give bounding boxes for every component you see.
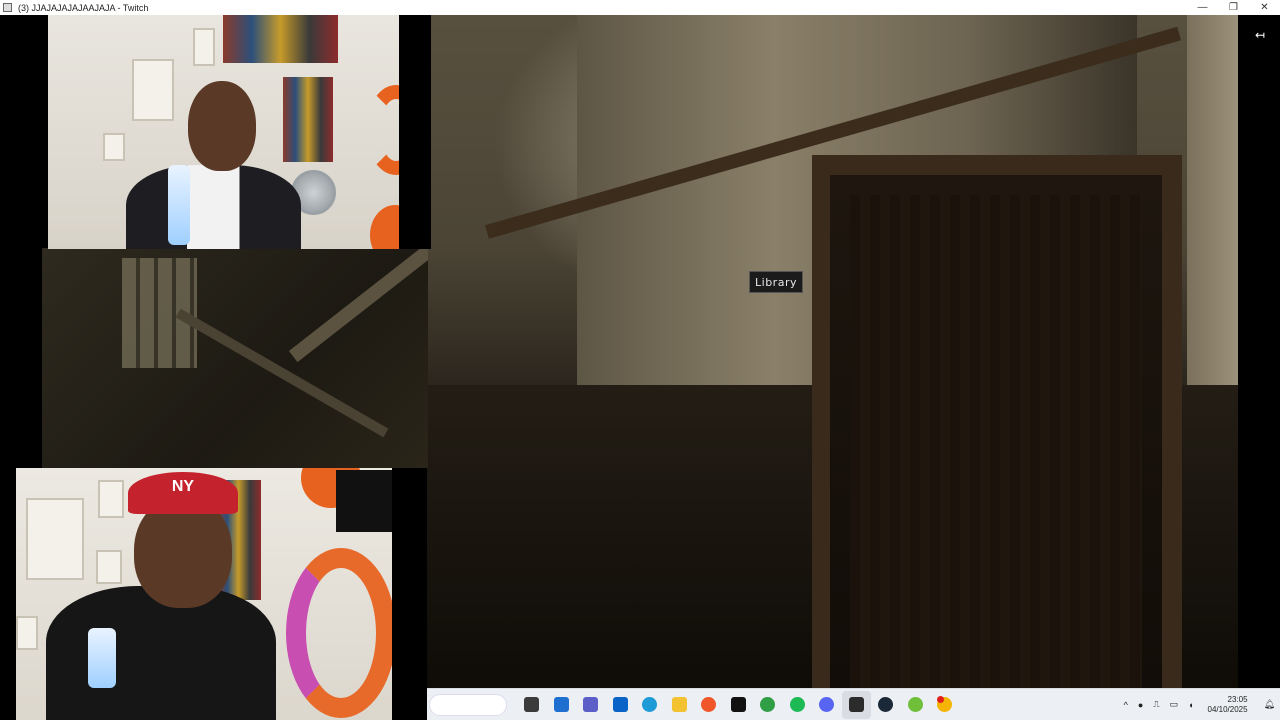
webcam-bottom: NY: [16, 468, 392, 720]
exit-fullscreen-icon[interactable]: ↤: [1255, 28, 1265, 42]
teams-icon[interactable]: [576, 691, 606, 719]
game-scene-stairs: [42, 248, 428, 468]
bookshelf: [223, 15, 338, 63]
wall-frame: [193, 28, 215, 66]
wall-art: [370, 205, 399, 249]
chrome-canary-icon[interactable]: [930, 691, 960, 719]
close-button[interactable]: ✕: [1249, 0, 1280, 15]
webcam-top: [48, 15, 399, 249]
utorrent-icon[interactable]: [901, 691, 931, 719]
microsoft-store-icon[interactable]: [547, 691, 577, 719]
microphone-icon[interactable]: ⎍: [1153, 699, 1159, 710]
tray-overflow-icon[interactable]: ^: [1124, 700, 1128, 710]
discord-icon[interactable]: [812, 691, 842, 719]
steam-icon[interactable]: [871, 691, 901, 719]
mic-light: [168, 165, 190, 245]
clock-time: 23:05: [1227, 694, 1248, 704]
bookshelf: [283, 77, 333, 162]
task-view-icon[interactable]: [517, 691, 547, 719]
library-sign: Library: [749, 271, 803, 293]
edge-icon[interactable]: [635, 691, 665, 719]
speaker: [336, 470, 392, 532]
security-icon[interactable]: ●: [1138, 700, 1143, 710]
app-icon: [3, 3, 12, 12]
file-explorer-icon[interactable]: [665, 691, 695, 719]
library-doorway: [812, 155, 1182, 688]
brave-icon[interactable]: [694, 691, 724, 719]
minimize-button[interactable]: —: [1187, 0, 1218, 15]
wall-frame: [98, 480, 124, 518]
mic-light: [88, 628, 116, 688]
taskbar-search-box[interactable]: [429, 693, 507, 716]
wall-frame: [26, 498, 84, 580]
wall-frame: [132, 59, 174, 121]
window-title-bar: (3) JJAJAJAJAJAAJAJA - Twitch — ❐ ✕: [0, 0, 1280, 15]
window-title: (3) JJAJAJAJAJAAJAJA - Twitch: [18, 2, 149, 13]
ny-cap: NY: [128, 472, 238, 514]
maximize-button[interactable]: ❐: [1218, 0, 1249, 15]
notifications-icon[interactable]: 🔔︎: [1264, 699, 1275, 710]
chrome-icon[interactable]: [753, 691, 783, 719]
outlook-icon[interactable]: [606, 691, 636, 719]
wall-art: [286, 548, 392, 718]
wall-art: [366, 85, 399, 175]
spotify-icon[interactable]: [783, 691, 813, 719]
taskbar-clock[interactable]: 23:05 04/10/2025: [1203, 695, 1253, 715]
tiktok-icon[interactable]: [724, 691, 754, 719]
window-controls: — ❐ ✕: [1187, 0, 1280, 15]
streamer-body: [46, 586, 276, 720]
volume-icon[interactable]: ◖: [1188, 700, 1193, 710]
game-video-view[interactable]: Library: [427, 15, 1238, 688]
windows-taskbar: ^ ● ⎍ ▭ ◖ 23:05 04/10/2025 🔔︎: [427, 688, 1280, 720]
wall-frame: [16, 616, 38, 650]
streamer-body: [126, 165, 301, 249]
system-tray: ^ ● ⎍ ▭ ◖ 23:05 04/10/2025 🔔︎: [1119, 695, 1280, 715]
streamer-head: [188, 81, 256, 171]
taskbar-apps: [517, 690, 960, 719]
wall-frame: [96, 550, 122, 584]
network-icon[interactable]: ▭: [1170, 699, 1179, 710]
notification-badge: [937, 696, 944, 703]
wall-frame: [103, 133, 125, 161]
clock-date: 04/10/2025: [1207, 704, 1248, 714]
notes-app-icon[interactable]: [841, 690, 871, 719]
